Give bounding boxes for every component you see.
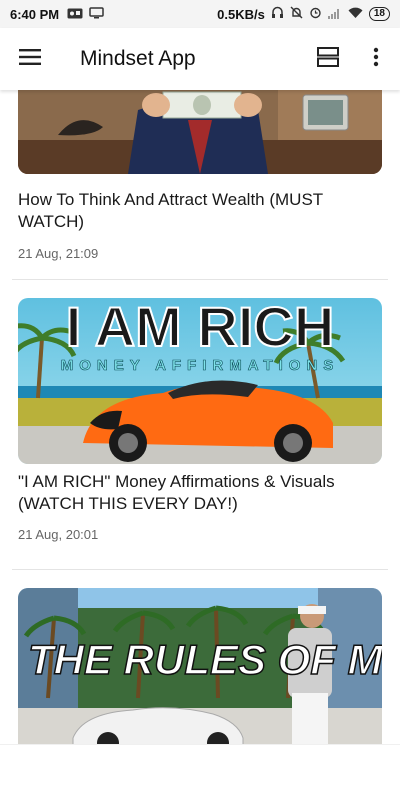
thumbnail-headline: THE RULES OF MONEY <box>28 636 382 683</box>
video-card[interactable]: THE RULES OF MONEY <box>0 570 400 744</box>
video-card[interactable]: How To Think And Attract Wealth (MUST WA… <box>0 90 400 279</box>
signal-icon <box>327 7 342 22</box>
video-feed: How To Think And Attract Wealth (MUST WA… <box>0 90 400 744</box>
menu-button[interactable] <box>0 28 60 90</box>
app-bar: Mindset App <box>0 28 400 90</box>
video-title[interactable]: "I AM RICH" Money Affirmations & Visuals… <box>18 471 382 515</box>
status-time: 6:40 PM <box>10 6 60 22</box>
thumbnail-subtitle: MONEY AFFIRMATIONS <box>61 357 340 374</box>
thumbnail-headline: I AM RICH <box>66 298 335 358</box>
mute-bell-icon <box>290 6 303 22</box>
battery-indicator: 18 <box>368 7 390 21</box>
alarm-icon <box>309 6 322 22</box>
app-title: Mindset App <box>80 47 196 70</box>
screen-icon <box>89 6 104 22</box>
photo-icon <box>67 7 83 22</box>
video-date: 21 Aug, 21:09 <box>18 246 99 261</box>
more-options-button[interactable] <box>352 28 400 90</box>
video-thumbnail[interactable] <box>18 90 382 174</box>
network-speed: 0.5KB/s <box>217 6 265 22</box>
video-date: 21 Aug, 20:01 <box>18 527 99 542</box>
bottom-area <box>0 744 400 800</box>
view-layout-icon <box>317 46 339 72</box>
headphones-icon <box>271 6 284 22</box>
status-bar: 6:40 PM 0.5KB/s 18 <box>0 0 400 28</box>
more-vert-icon <box>373 47 379 72</box>
video-title[interactable]: How To Think And Attract Wealth (MUST WA… <box>18 189 382 233</box>
video-thumbnail[interactable]: I AM RICH MONEY AFFIRMATIONS <box>18 298 382 464</box>
wifi-icon <box>348 7 363 22</box>
video-card[interactable]: I AM RICH MONEY AFFIRMATIONS "I AM RICH"… <box>0 280 400 569</box>
view-layout-button[interactable] <box>304 28 352 90</box>
video-thumbnail[interactable]: THE RULES OF MONEY <box>18 588 382 744</box>
hamburger-menu-icon <box>19 48 41 70</box>
